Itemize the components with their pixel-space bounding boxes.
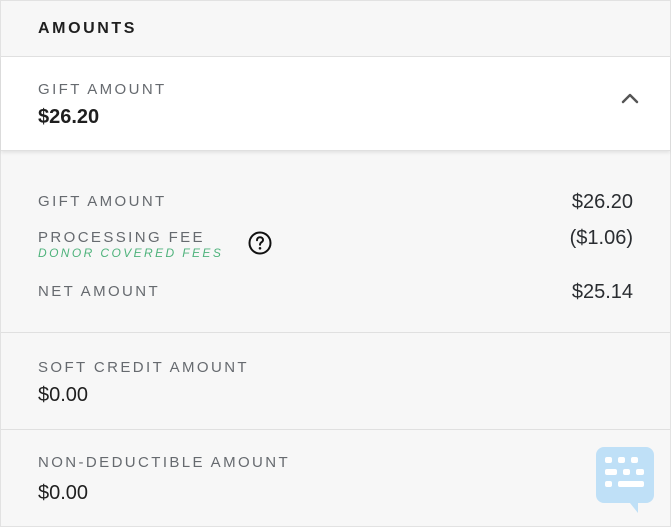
amounts-header: AMOUNTS: [1, 1, 670, 57]
soft-credit-label: SOFT CREDIT AMOUNT: [38, 359, 249, 376]
net-amount-label: NET AMOUNT: [38, 283, 161, 300]
gift-amount-row: GIFT AMOUNT $26.20: [38, 191, 633, 213]
amounts-panel: AMOUNTS GIFT AMOUNT $26.20 GIFT AMOUNT $…: [0, 0, 671, 527]
soft-credit-value: $0.00: [38, 384, 89, 406]
chat-icon[interactable]: [596, 447, 654, 513]
question-circle-icon[interactable]: [248, 231, 272, 255]
processing-fee-value: ($1.06): [569, 227, 633, 249]
net-amount-row: NET AMOUNT $25.14: [38, 281, 633, 303]
gift-amount-summary[interactable]: GIFT AMOUNT $26.20: [1, 57, 670, 151]
section-title: AMOUNTS: [38, 19, 138, 37]
non-deductible-section: NON-DEDUCTIBLE AMOUNT $0.00: [1, 430, 670, 526]
summary-label: GIFT AMOUNT: [38, 81, 167, 98]
chevron-up-icon[interactable]: [620, 89, 640, 109]
net-amount-value: $25.14: [571, 281, 633, 303]
non-deductible-label: NON-DEDUCTIBLE AMOUNT: [38, 454, 291, 471]
summary-value: $26.20: [38, 106, 100, 128]
donor-covered-fees-note: DONOR COVERED FEES: [38, 246, 224, 260]
soft-credit-section: SOFT CREDIT AMOUNT $0.00: [1, 333, 670, 430]
processing-fee-label: PROCESSING FEE: [38, 229, 205, 246]
gift-amount-value: $26.20: [571, 191, 633, 213]
gift-amount-label: GIFT AMOUNT: [38, 193, 167, 210]
amount-breakdown: GIFT AMOUNT $26.20 PROCESSING FEE DONOR …: [1, 151, 670, 333]
non-deductible-value: $0.00: [38, 482, 89, 504]
processing-fee-row: PROCESSING FEE DONOR COVERED FEES ($1.06…: [38, 227, 633, 260]
